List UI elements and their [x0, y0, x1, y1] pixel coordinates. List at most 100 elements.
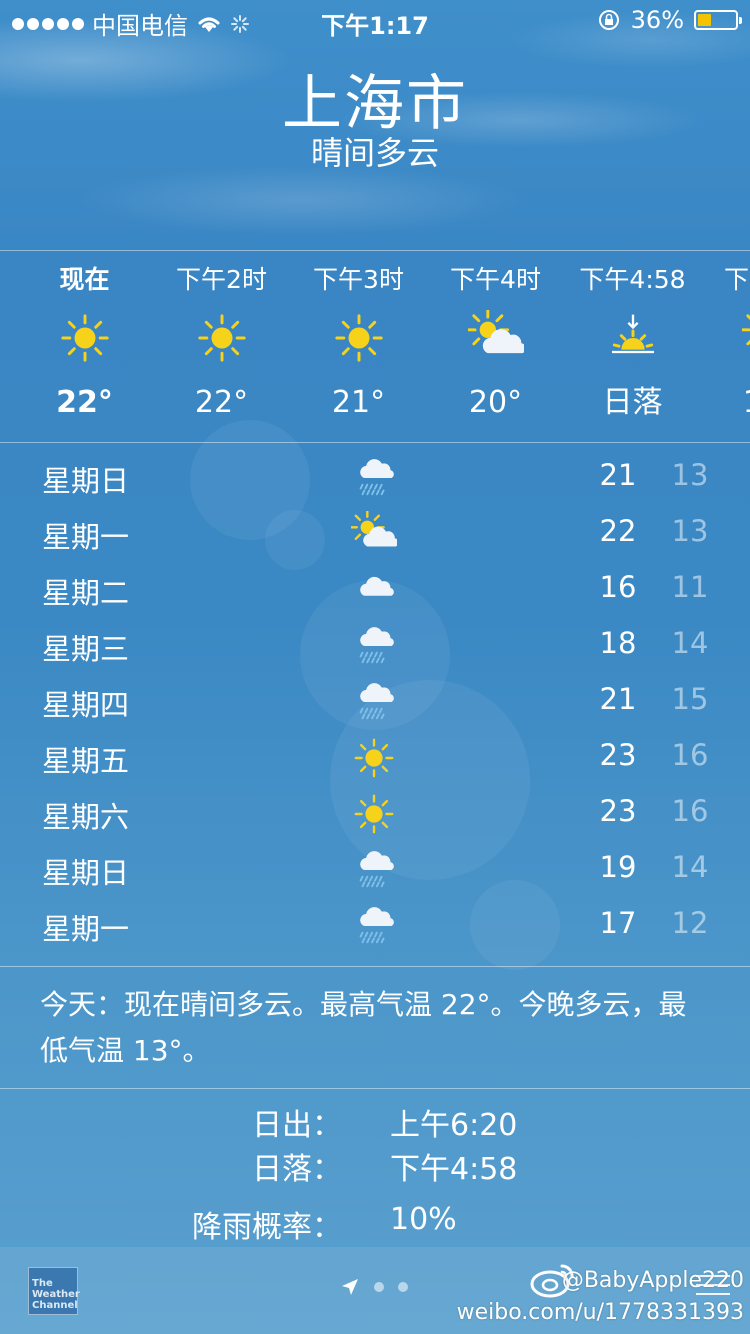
- hourly-item: 下午4时 20°: [427, 262, 564, 428]
- day-high-temp: 19: [599, 850, 637, 884]
- detail-label: 降雨概率：: [192, 1210, 342, 1245]
- hourly-icon: [153, 298, 290, 378]
- sun-icon: [354, 738, 394, 778]
- day-name: 星期六: [42, 800, 130, 834]
- rain-cloud-icon: [359, 627, 394, 664]
- day-name: 星期二: [42, 576, 130, 610]
- day-low-temp: 16: [671, 794, 709, 828]
- daily-row: 星期六 23 16: [0, 786, 750, 842]
- sun-icon: [197, 314, 246, 362]
- day-low-temp: 16: [671, 738, 709, 772]
- detail-row: 日出： 上午6:20: [0, 1100, 750, 1144]
- day-low-temp: 14: [671, 626, 709, 660]
- hourly-item: 下午4:58 日落: [564, 262, 701, 428]
- status-right: 36%: [597, 6, 742, 34]
- hourly-value: 22°: [194, 385, 249, 420]
- detail-value: 下午4:58: [390, 1152, 518, 1187]
- day-icon: [350, 790, 398, 838]
- hourly-icon: [16, 298, 153, 378]
- battery-icon: [694, 10, 742, 30]
- rain-cloud-icon: [359, 851, 394, 888]
- day-icon: [350, 902, 398, 950]
- hourly-value: 22°: [56, 385, 113, 420]
- divider: [0, 966, 750, 967]
- rotation-lock-icon: [598, 10, 619, 30]
- day-high-temp: 22: [599, 514, 637, 548]
- rain-cloud-icon: [359, 683, 394, 720]
- rain-cloud-icon: [359, 459, 394, 496]
- hourly-value: 21°: [331, 385, 386, 420]
- detail-label: 日落：: [252, 1152, 342, 1187]
- daily-row: 星期日 21 13: [0, 450, 750, 506]
- day-low-temp: 13: [671, 514, 709, 548]
- watermark-url: weibo.com/u/1778331393: [456, 1300, 744, 1325]
- hourly-icon: [427, 298, 564, 378]
- daily-forecast[interactable]: 星期日 21 13 星期一 22 13 星期二 16 11 星期三 18 14 …: [0, 450, 750, 954]
- day-high-temp: 17: [599, 906, 637, 940]
- hourly-value: 19°: [701, 378, 750, 428]
- battery-level: [698, 14, 711, 26]
- sun-icon: [60, 314, 109, 362]
- hourly-time: 下午3时: [313, 265, 404, 294]
- page-dot: [398, 1282, 408, 1292]
- sun-icon: [354, 794, 394, 834]
- page-indicators[interactable]: [340, 1277, 408, 1297]
- day-name: 星期三: [42, 632, 130, 666]
- partly-cloudy-icon: [467, 310, 524, 354]
- detail-value: 上午6:20: [390, 1108, 518, 1143]
- day-name: 星期一: [42, 520, 130, 554]
- weather-channel-logo[interactable]: The Weather Channel: [28, 1267, 80, 1315]
- partly-cloudy-icon: [741, 314, 750, 346]
- day-name: 星期日: [42, 856, 130, 890]
- hourly-time: 下午2时: [176, 265, 267, 294]
- cloud-icon: [360, 576, 394, 596]
- day-name: 星期日: [42, 464, 130, 498]
- day-name: 星期四: [42, 688, 130, 722]
- detail-row: 降雨概率： 10%: [0, 1202, 750, 1246]
- hourly-time: 现在: [59, 265, 110, 294]
- detail-label: 日出：: [252, 1108, 342, 1143]
- day-high-temp: 23: [599, 794, 637, 828]
- hourly-item: 下午2时 22°: [153, 262, 290, 428]
- sun-icon: [334, 314, 383, 362]
- hourly-item: 下午3时 21°: [290, 262, 427, 428]
- day-icon: [350, 566, 398, 614]
- daily-row: 星期五 23 16: [0, 730, 750, 786]
- weather-channel-logo-text: The Weather Channel: [32, 1278, 80, 1311]
- day-icon: [350, 678, 398, 726]
- day-icon: [350, 454, 398, 502]
- status-bar: 中国电信 下午1:17 36%: [0, 0, 750, 40]
- day-icon: [350, 846, 398, 894]
- partly-cloudy-icon: [351, 511, 397, 547]
- hourly-item: 现在 22°: [16, 262, 153, 428]
- detail-row: 日落： 下午4:58: [0, 1144, 750, 1188]
- page-dot: [374, 1282, 384, 1292]
- daily-row: 星期四 21 15: [0, 674, 750, 730]
- hourly-icon: [701, 298, 750, 378]
- daily-row: 星期三 18 14: [0, 618, 750, 674]
- daily-row: 星期一 17 12: [0, 898, 750, 954]
- hourly-value: 日落: [602, 385, 663, 420]
- divider: [0, 250, 750, 251]
- hourly-icon: [564, 298, 701, 378]
- hourly-value: 20°: [468, 385, 523, 420]
- hourly-time: 下午5时: [724, 265, 750, 294]
- day-icon: [350, 510, 398, 558]
- rain-cloud-icon: [359, 907, 394, 944]
- divider: [0, 1088, 750, 1089]
- hourly-time: 下午4时: [450, 265, 541, 294]
- battery-percent: 36%: [630, 6, 684, 34]
- current-condition: 晴间多云: [310, 134, 439, 172]
- day-name: 星期一: [42, 912, 130, 946]
- day-high-temp: 18: [599, 626, 637, 660]
- day-low-temp: 11: [671, 570, 709, 604]
- day-high-temp: 21: [599, 458, 637, 492]
- day-icon: [350, 622, 398, 670]
- hourly-forecast[interactable]: 现在 22° 下午2时 22° 下午3时 21° 下午4时 20° 下午4:58…: [0, 262, 750, 432]
- sunset-icon: [611, 314, 654, 354]
- day-low-temp: 14: [671, 850, 709, 884]
- watermark-user: @BabyApple220: [561, 1268, 744, 1293]
- hourly-icon: [290, 298, 427, 378]
- day-low-temp: 12: [671, 906, 709, 940]
- daily-row: 星期日 19 14: [0, 842, 750, 898]
